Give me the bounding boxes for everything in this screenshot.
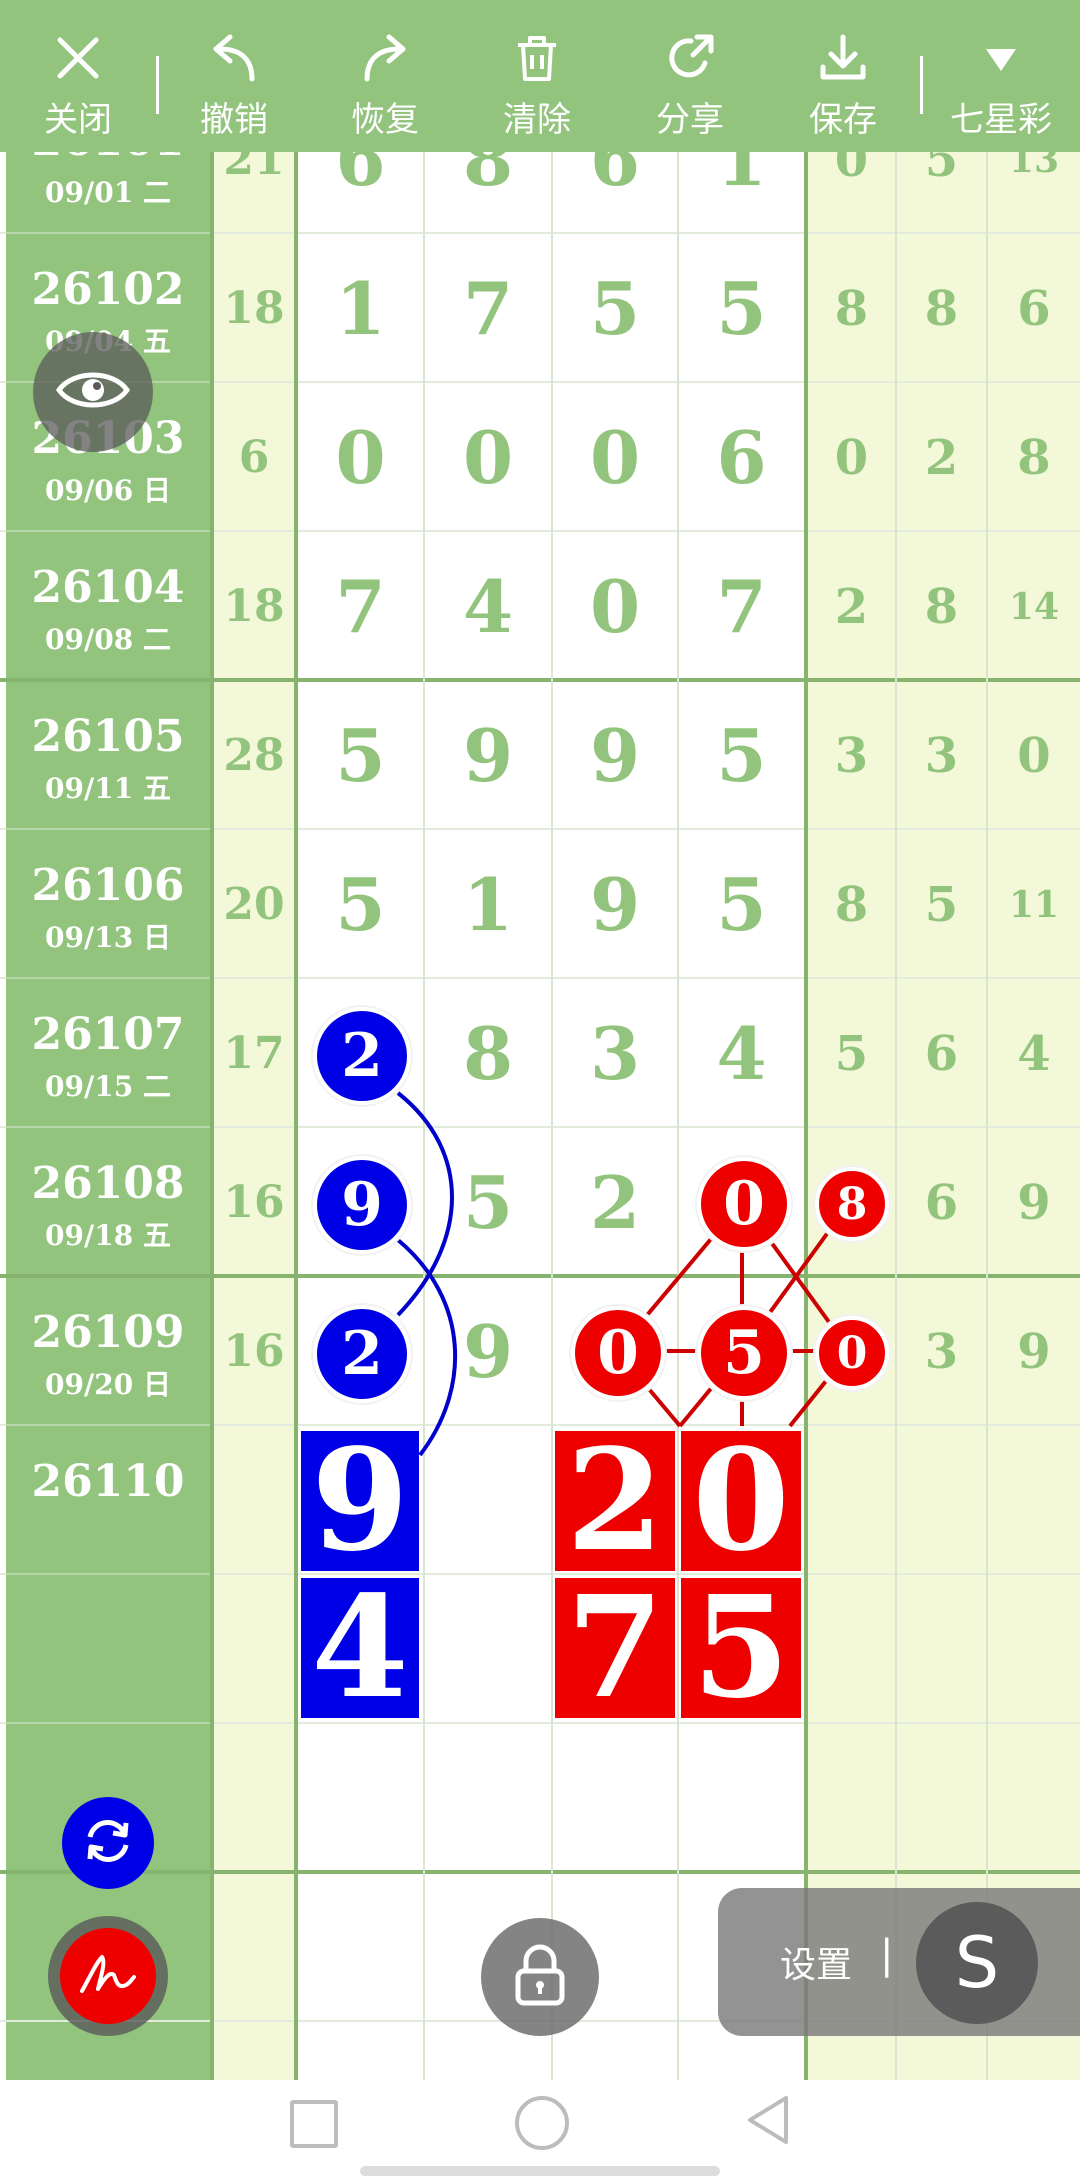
red-ball[interactable]: 5 bbox=[697, 1306, 791, 1400]
save-button[interactable]: 保存 bbox=[773, 0, 913, 152]
redo-label: 恢复 bbox=[351, 100, 419, 140]
undo-label: 撤销 bbox=[200, 100, 268, 140]
clear-label: 清除 bbox=[503, 100, 571, 140]
prediction-square-red[interactable]: 2 bbox=[555, 1419, 675, 1583]
lottery-selector[interactable]: 七星彩 bbox=[931, 0, 1071, 152]
settings-separator: | bbox=[880, 1932, 894, 1978]
pen-color-indicator bbox=[60, 1928, 156, 2024]
signature-pen-icon bbox=[78, 1949, 138, 2003]
save-label: 保存 bbox=[809, 100, 877, 140]
share-label: 分享 bbox=[656, 100, 724, 140]
red-ball[interactable]: 8 bbox=[815, 1167, 889, 1241]
visibility-toggle[interactable] bbox=[33, 332, 153, 452]
prediction-square-red[interactable]: 0 bbox=[681, 1419, 801, 1583]
trend-lines bbox=[396, 1091, 852, 1457]
prediction-square-blue[interactable]: 4 bbox=[301, 1566, 419, 1730]
red-ball[interactable]: 0 bbox=[815, 1316, 889, 1390]
gesture-handle[interactable] bbox=[360, 2166, 720, 2176]
draw-grid[interactable]: 26101 09/01 二 21 6 8 6 1 0 5 13 26102 09… bbox=[0, 0, 1080, 2080]
blue-ball[interactable]: 2 bbox=[313, 1007, 411, 1105]
settings-panel: 设置 | S bbox=[718, 1888, 1080, 2036]
back-icon[interactable] bbox=[744, 2094, 792, 2150]
red-ball[interactable]: 0 bbox=[697, 1157, 791, 1251]
trash-icon bbox=[514, 30, 560, 86]
toolbar-separator bbox=[156, 56, 159, 114]
refresh-icon bbox=[82, 1815, 134, 1871]
lottery-label: 七星彩 bbox=[950, 100, 1052, 140]
close-button[interactable]: 关闭 bbox=[8, 0, 148, 152]
undo-icon bbox=[208, 30, 260, 86]
prediction-square-blue[interactable]: 9 bbox=[301, 1419, 419, 1583]
lock-icon bbox=[512, 1943, 568, 2011]
download-icon bbox=[818, 30, 868, 86]
red-ball[interactable]: 0 bbox=[571, 1306, 665, 1400]
triangle-down-icon bbox=[983, 30, 1019, 86]
pen-button[interactable] bbox=[48, 1916, 168, 2036]
settings-button[interactable]: S bbox=[916, 1902, 1038, 2024]
share-button[interactable]: 分享 bbox=[620, 0, 760, 152]
blue-ball[interactable]: 2 bbox=[313, 1305, 411, 1403]
redo-button[interactable]: 恢复 bbox=[315, 0, 455, 152]
prediction-square-red[interactable]: 5 bbox=[681, 1566, 801, 1730]
prediction-square-red[interactable]: 7 bbox=[555, 1566, 675, 1730]
close-icon bbox=[55, 30, 101, 86]
clear-button[interactable]: 清除 bbox=[467, 0, 607, 152]
top-toolbar: 关闭 撤销 恢复 清除 分享 保存 七星彩 bbox=[0, 0, 1080, 152]
refresh-button[interactable] bbox=[62, 1797, 154, 1889]
close-label: 关闭 bbox=[44, 100, 112, 140]
redo-icon bbox=[359, 30, 411, 86]
undo-button[interactable]: 撤销 bbox=[164, 0, 304, 152]
system-navigation-bar bbox=[0, 2080, 1080, 2180]
toolbar-separator bbox=[920, 56, 923, 114]
blue-ball[interactable]: 9 bbox=[313, 1156, 411, 1254]
recents-icon[interactable] bbox=[290, 2100, 338, 2148]
settings-label[interactable]: 设置 bbox=[780, 1936, 852, 1988]
share-icon bbox=[665, 30, 715, 86]
home-icon[interactable] bbox=[515, 2096, 569, 2150]
eye-icon bbox=[55, 366, 131, 418]
lock-button[interactable] bbox=[481, 1918, 599, 2036]
